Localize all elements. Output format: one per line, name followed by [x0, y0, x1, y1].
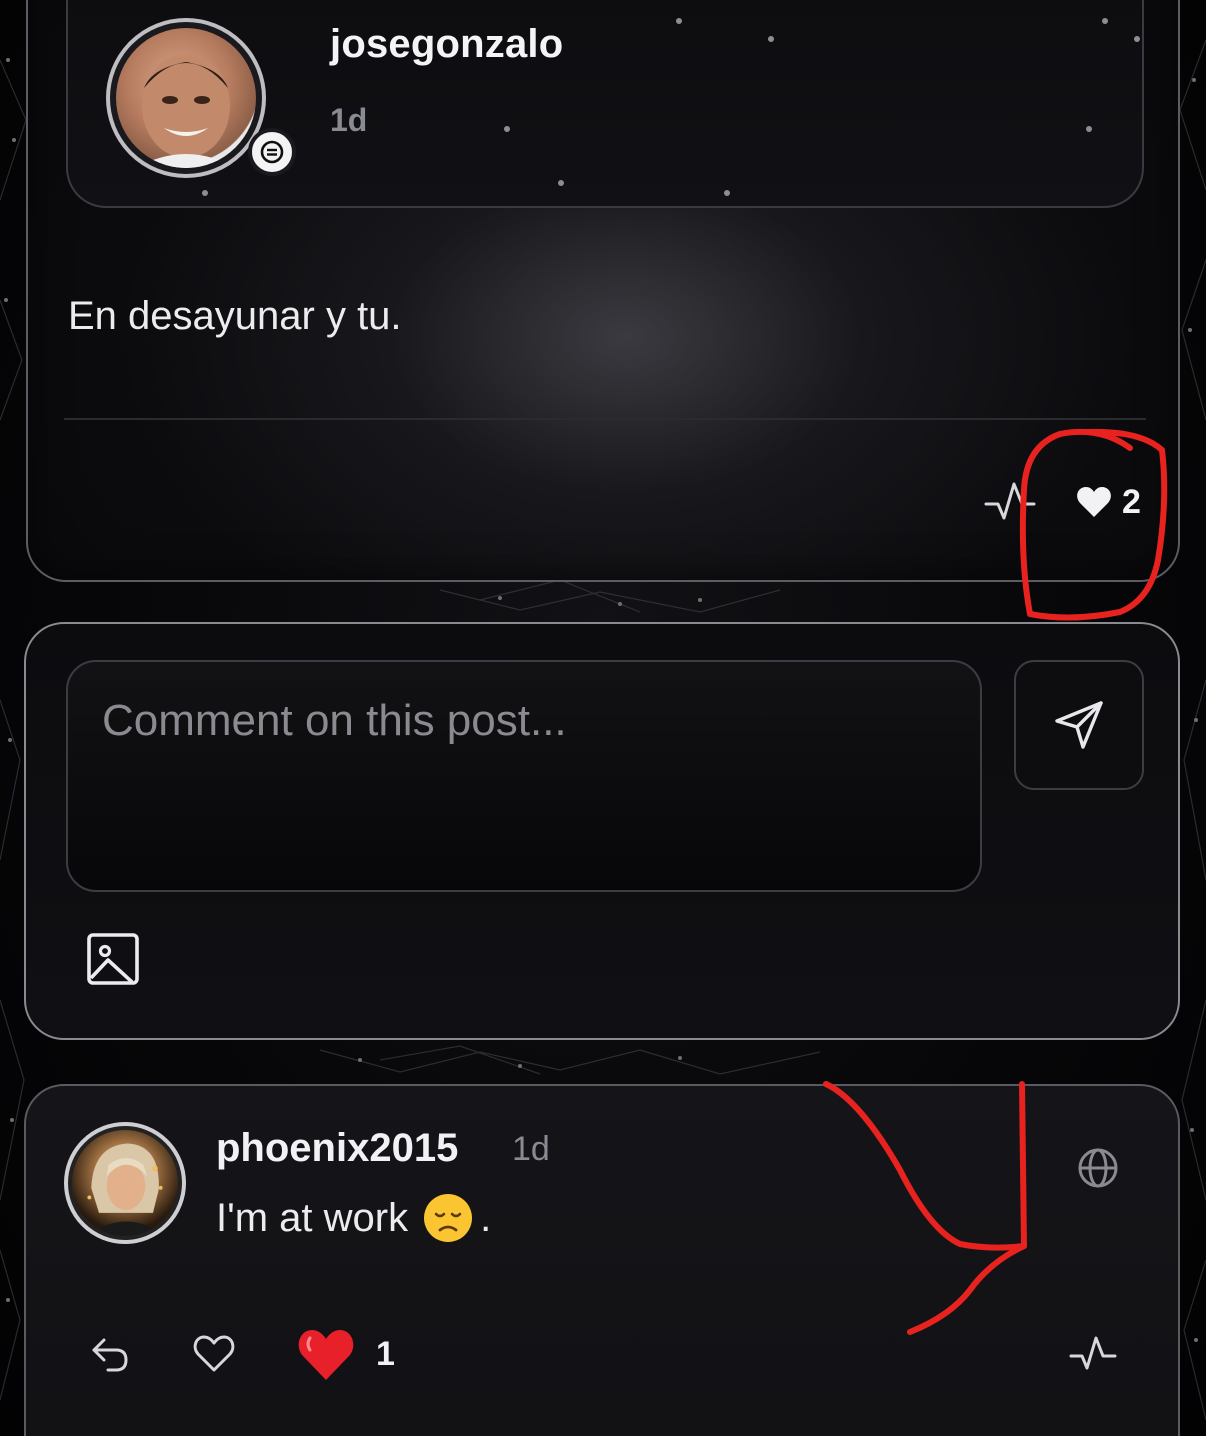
- send-button[interactable]: [1014, 660, 1144, 790]
- post-author-header: josegonzalo 1d: [66, 0, 1144, 208]
- reply-text: I'm at work: [216, 1195, 409, 1240]
- reply-author-avatar[interactable]: [64, 1122, 186, 1244]
- decor-dot: [676, 18, 682, 24]
- reply-text-suffix: .: [480, 1195, 492, 1240]
- post-divider: [64, 418, 1146, 420]
- decor-dot: [1102, 18, 1108, 24]
- avatar-photo: [116, 28, 256, 168]
- activity-pulse-icon[interactable]: [1068, 1330, 1118, 1378]
- red-heart-emoji[interactable]: [296, 1324, 356, 1384]
- post-body-text: En desayunar y tu.: [68, 294, 402, 338]
- post-timestamp: 1d: [330, 102, 368, 138]
- heart-outline-icon[interactable]: [192, 1330, 236, 1378]
- disappointed-face-emoji: [424, 1194, 473, 1242]
- decor-dot: [724, 190, 730, 196]
- reply-timestamp: 1d: [512, 1130, 550, 1168]
- comment-input-placeholder: Comment on this post...: [102, 696, 567, 745]
- comment-input[interactable]: Comment on this post...: [66, 660, 982, 892]
- post-author-avatar[interactable]: [106, 18, 266, 178]
- comment-composer: Comment on this post...: [24, 622, 1180, 1040]
- verified-badge-icon: [248, 128, 296, 176]
- send-icon: [1055, 701, 1103, 749]
- reply-card: phoenix2015 1d I'm at work . 1: [24, 1084, 1180, 1436]
- decor-dot: [1134, 36, 1140, 42]
- decor-dot: [504, 126, 510, 132]
- decor-dot: [768, 36, 774, 42]
- decor-dot: [202, 190, 208, 196]
- heart-filled-icon: [1077, 487, 1111, 517]
- like-count: 2: [1122, 482, 1141, 521]
- reply-body-text: I'm at work .: [216, 1192, 491, 1244]
- post-card: josegonzalo 1d En desayunar y tu. 2: [26, 0, 1180, 582]
- like-button[interactable]: 2: [1076, 478, 1141, 526]
- decor-dot: [558, 180, 564, 186]
- reply-arrow-icon[interactable]: [88, 1330, 132, 1378]
- page: josegonzalo 1d En desayunar y tu. 2 Comm…: [0, 0, 1206, 1436]
- reaction-count: 1: [376, 1334, 395, 1373]
- image-icon[interactable]: [86, 932, 140, 986]
- post-author-name[interactable]: josegonzalo: [330, 22, 563, 67]
- decor-dot: [1086, 126, 1092, 132]
- globe-icon: [1076, 1146, 1120, 1190]
- activity-pulse-icon[interactable]: [982, 478, 1038, 526]
- avatar-photo: [72, 1130, 178, 1236]
- reply-author-name[interactable]: phoenix2015: [216, 1126, 458, 1171]
